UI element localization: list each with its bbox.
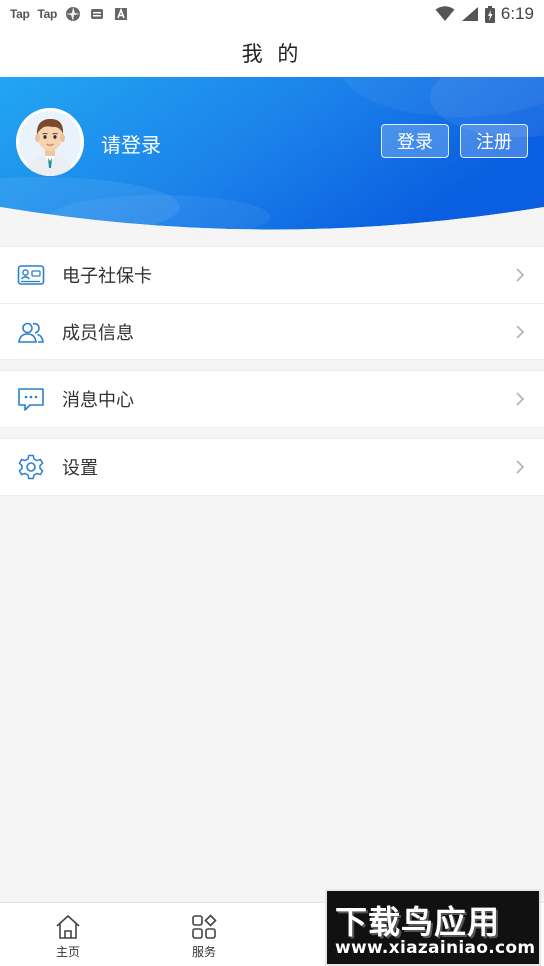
menu-item-member-info[interactable]: 成员信息 [0,303,544,359]
watermark-url: www.xiazainiao.com [335,938,536,958]
taptap-icon: Tap [10,7,30,21]
menu-label-social-security-card: 电子社保卡 [62,266,152,287]
login-prompt[interactable]: 请登录 [101,129,161,158]
home-icon [56,915,80,939]
menu-label-settings: 设置 [62,458,98,479]
profile-banner: 请登录 登录 注册 [0,77,544,242]
banner-background [0,77,544,242]
menu-group-settings: 设置 [0,438,544,496]
wifi-icon [435,6,455,21]
battery-icon [484,5,495,23]
user-avatar-icon [16,108,84,176]
status-right: 6:19 [435,4,534,24]
services-icon [192,914,217,939]
aperture-icon [66,7,81,21]
menu-label-message-center: 消息中心 [62,390,134,411]
nav-item-home[interactable]: 主页 [23,903,113,966]
menu-label-member-info: 成员信息 [62,322,134,344]
login-button[interactable]: 登录 [381,124,449,158]
clock: 6:19 [500,4,534,23]
menu-item-social-security-card[interactable]: 电子社保卡 [0,247,544,303]
register-button[interactable]: 注册 [460,124,528,158]
title-bar: 我 的 [0,28,544,77]
nav-item-services[interactable]: 服务 [159,903,249,966]
menu-group-account: 电子社保卡 成员信息 [0,246,544,360]
chevron-right-icon [516,268,525,282]
menu-item-settings[interactable]: 设置 [0,439,544,495]
watermark: 下载鸟应用 www.xiazainiao.com [325,889,541,966]
nav-label-home: 主页 [55,945,80,959]
signal-icon [461,7,478,21]
menu-group-messages: 消息中心 [0,370,544,428]
menu-item-message-center[interactable]: 消息中心 [0,371,544,427]
status-bar: Tap Tap 6:19 [0,0,544,28]
chevron-right-icon [516,392,525,406]
status-left: Tap Tap [10,6,129,22]
watermark-title: 下载鸟应用 [335,903,501,941]
nav-label-services: 服务 [191,945,216,959]
font-a-icon [115,7,128,20]
chevron-right-icon [516,324,525,339]
avatar[interactable] [16,108,84,176]
taptap-icon-2: Tap [37,7,58,21]
chevron-right-icon [516,460,525,474]
message-icon [18,388,44,411]
gear-icon [18,454,44,480]
members-icon [18,322,44,343]
page-title: 我 的 [241,41,303,66]
message-box-icon [91,9,104,19]
social-security-card-icon [17,265,45,285]
